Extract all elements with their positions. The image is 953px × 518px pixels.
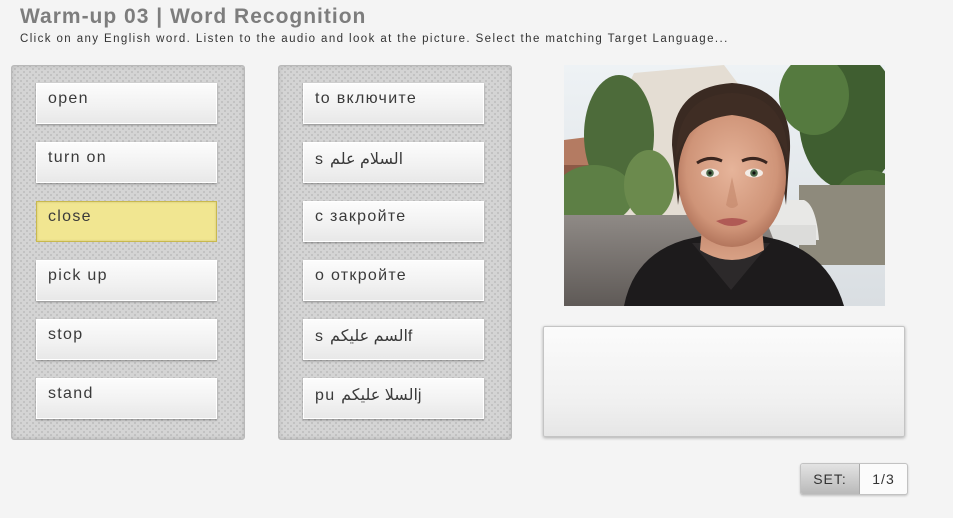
woman-avatar-photo — [564, 65, 885, 306]
target-word-button[interactable]: s السلام علم — [303, 142, 484, 183]
english-word-button[interactable]: turn on — [36, 142, 217, 183]
target-words-panel: to включите s السلام علم с закройте о от… — [278, 65, 512, 440]
set-counter: SET: 1/3 — [800, 463, 908, 495]
english-words-panel: open turn on close pick up stop stand — [11, 65, 245, 440]
target-word-button[interactable]: с закройте — [303, 201, 484, 242]
english-word-button[interactable]: stop — [36, 319, 217, 360]
target-word-button[interactable]: to включите — [303, 83, 484, 124]
english-word-button[interactable]: stand — [36, 378, 217, 419]
english-word-button[interactable]: open — [36, 83, 217, 124]
english-word-button[interactable]: pick up — [36, 260, 217, 301]
instructions-text: Click on any English word. Listen to the… — [20, 33, 729, 45]
english-word-button-selected[interactable]: close — [36, 201, 217, 242]
target-word-button[interactable]: о откройте — [303, 260, 484, 301]
answer-display-box — [543, 326, 905, 437]
target-word-button[interactable]: pu السلا عليكمj — [303, 378, 484, 419]
set-value: 1/3 — [872, 471, 895, 487]
target-word-button[interactable]: s السم عليكمf — [303, 319, 484, 360]
page-title: Warm-up 03 | Word Recognition — [20, 5, 367, 28]
set-label: SET: — [801, 464, 860, 494]
